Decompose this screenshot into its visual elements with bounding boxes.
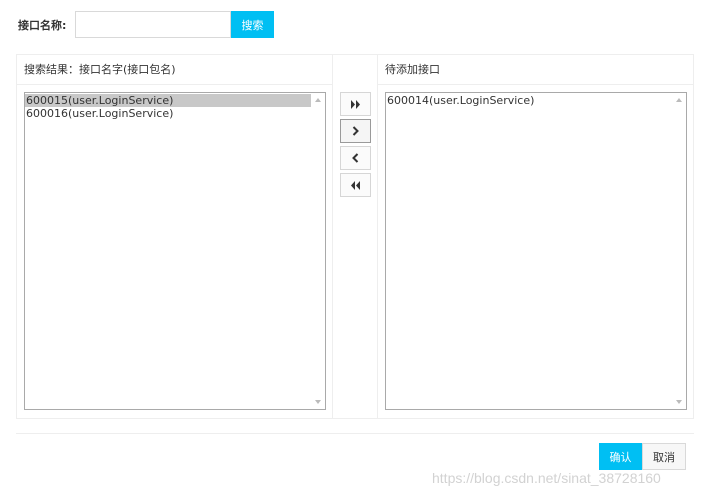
- pending-interfaces-list[interactable]: 600014(user.LoginService): [385, 92, 687, 410]
- scroll-down-icon[interactable]: [676, 400, 682, 404]
- list-item[interactable]: 600015(user.LoginService): [25, 94, 311, 107]
- watermark: https://blog.csdn.net/sinat_38728160: [432, 470, 661, 486]
- double-chevron-left-icon: [350, 180, 361, 190]
- scroll-up-icon[interactable]: [676, 98, 682, 102]
- double-chevron-right-icon: [350, 99, 361, 109]
- scroll-up-icon[interactable]: [315, 98, 321, 102]
- chevron-right-icon: [352, 126, 359, 136]
- confirm-button[interactable]: 确认: [599, 443, 642, 470]
- search-results-panel: 搜索结果：接口名字(接口包名) 600015(user.LoginService…: [16, 54, 333, 419]
- cancel-button[interactable]: 取消: [642, 443, 686, 470]
- list-item[interactable]: 600016(user.LoginService): [25, 107, 311, 120]
- move-left-button[interactable]: [340, 146, 371, 170]
- scroll-down-icon[interactable]: [315, 400, 321, 404]
- search-results-list[interactable]: 600015(user.LoginService) 600016(user.Lo…: [24, 92, 326, 410]
- interface-name-input[interactable]: [75, 11, 231, 38]
- pending-interfaces-header: 待添加接口: [378, 55, 693, 85]
- move-right-button[interactable]: [340, 119, 371, 143]
- move-all-right-button[interactable]: [340, 92, 371, 116]
- interface-name-label: 接口名称:: [18, 19, 67, 32]
- transfer-buttons-panel: [332, 54, 378, 419]
- footer-divider: [16, 433, 694, 434]
- chevron-left-icon: [352, 153, 359, 163]
- pending-interfaces-scrollbar[interactable]: [673, 93, 686, 409]
- search-results-scrollbar[interactable]: [312, 93, 325, 409]
- search-button[interactable]: 搜索: [231, 11, 274, 38]
- search-results-header: 搜索结果：接口名字(接口包名): [17, 55, 332, 85]
- pending-interfaces-panel: 待添加接口 600014(user.LoginService): [377, 54, 694, 419]
- move-all-left-button[interactable]: [340, 173, 371, 197]
- list-item[interactable]: 600014(user.LoginService): [386, 94, 672, 107]
